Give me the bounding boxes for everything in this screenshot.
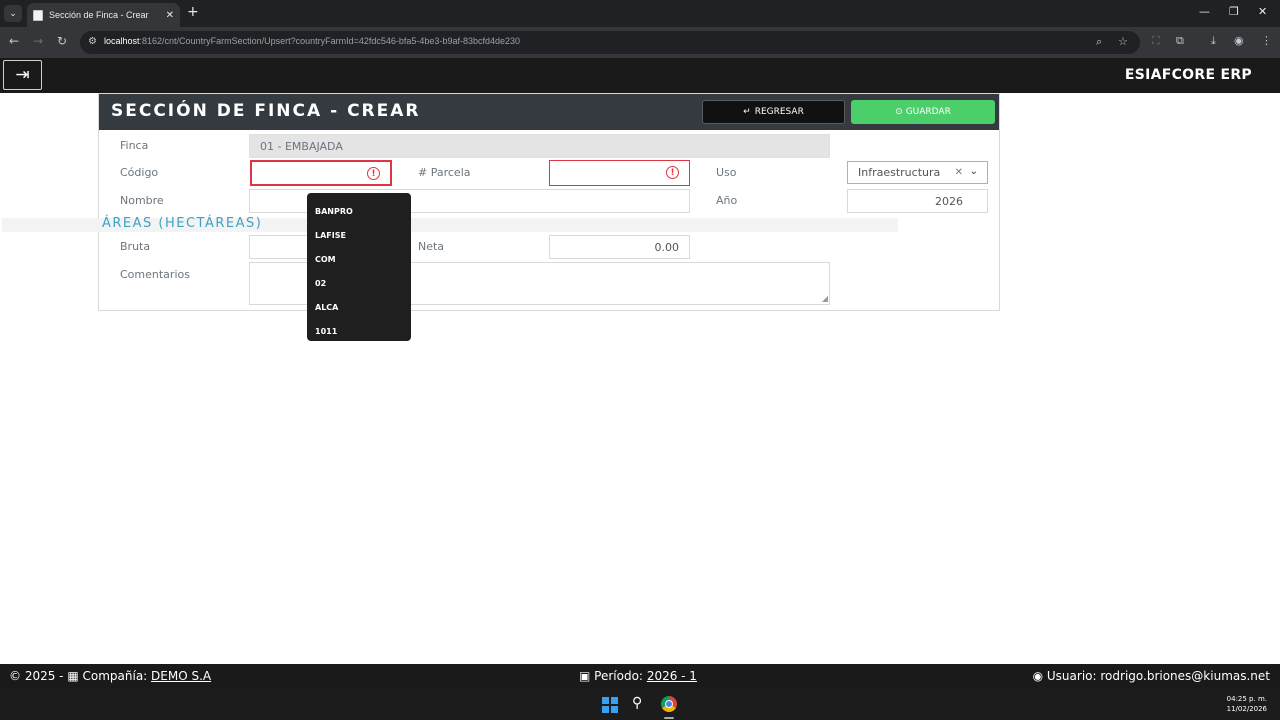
uso-select[interactable]: Infraestructura ✕ ⌄ xyxy=(847,161,988,184)
save-button[interactable]: ⊙ GUARDAR xyxy=(851,100,995,124)
anio-value: 2026 xyxy=(935,194,963,208)
footer-period: ▣ Período: 2026 - 1 xyxy=(579,669,697,683)
browser-tab-active[interactable]: Sección de Finca - Crear ✕ xyxy=(27,3,180,27)
neta-input[interactable]: 0.00 xyxy=(549,235,690,259)
app-footer: © 2025 - ▦ Compañía: DEMO S.A ▣ Período:… xyxy=(0,664,1280,688)
sidebar-toggle-arrow-icon[interactable]: ⇥ xyxy=(3,60,42,90)
chevron-down-icon[interactable]: ⌄ xyxy=(970,166,978,177)
autocomplete-item[interactable]: COM xyxy=(307,247,411,271)
page-title: SECCIÓN DE FINCA - CREAR xyxy=(111,101,421,121)
site-info-icon[interactable]: ⚙ xyxy=(88,36,97,47)
uso-label: Uso xyxy=(716,166,737,179)
autocomplete-item[interactable]: 1011 xyxy=(307,319,411,343)
autocomplete-item[interactable]: 02 xyxy=(307,271,411,295)
download-icon[interactable]: ⤓ xyxy=(1211,34,1216,48)
system-clock[interactable]: 04:25 p. m. 11/02/2026 xyxy=(1227,694,1267,714)
window-close-icon[interactable]: ✕ xyxy=(1258,5,1267,18)
user-label: Usuario: xyxy=(1046,669,1097,683)
zoom-icon[interactable]: ⌕ xyxy=(1096,35,1102,49)
company-label: Compañía: xyxy=(82,669,148,683)
profile-icon[interactable]: ◉ xyxy=(1234,34,1244,47)
restore-icon[interactable]: ❐ xyxy=(1229,5,1239,18)
active-app-indicator xyxy=(664,717,674,719)
back-arrow-icon[interactable]: ← xyxy=(9,34,19,48)
back-button-label: REGRESAR xyxy=(754,107,804,117)
clear-selection-icon[interactable]: ✕ xyxy=(955,167,963,178)
cast-icon[interactable]: ⛶ xyxy=(1152,34,1160,48)
tab-list-chevron-icon[interactable]: ⌄ xyxy=(4,5,22,22)
app-header: ⇥ ESIAFCORE ERP xyxy=(0,58,1280,93)
chrome-app-icon[interactable] xyxy=(661,696,677,712)
minimize-icon[interactable]: — xyxy=(1199,5,1210,18)
clock-date: 11/02/2026 xyxy=(1226,705,1267,713)
parcela-label: # Parcela xyxy=(418,166,471,179)
save-button-label: GUARDAR xyxy=(905,107,951,117)
bookmark-star-icon[interactable]: ☆ xyxy=(1118,35,1128,48)
address-bar[interactable]: ⚙ localhost:8162/cnt/CountryFarmSection/… xyxy=(80,31,1140,54)
new-tab-plus-icon[interactable]: + xyxy=(187,4,199,20)
back-button[interactable]: ↵ REGRESAR xyxy=(702,100,845,124)
parcela-error-icon: ! xyxy=(666,166,679,179)
user-circle-icon: ◉ xyxy=(1032,669,1044,683)
extensions-icon[interactable]: ⧉ xyxy=(1176,34,1184,48)
save-icon: ⊙ xyxy=(895,107,903,117)
user-email: rodrigo.briones@kiumas.net xyxy=(1100,669,1270,683)
period-label: Período: xyxy=(594,669,643,683)
autocomplete-item[interactable]: BANPRO xyxy=(307,199,411,223)
page-favicon-icon xyxy=(33,9,43,21)
browser-tab-bar: ⌄ Sección de Finca - Crear ✕ + — ❐ ✕ xyxy=(0,0,1280,27)
codigo-error-icon: ! xyxy=(367,167,380,180)
calendar-icon: ▣ xyxy=(579,669,591,683)
comentarios-label: Comentarios xyxy=(120,268,190,281)
neta-value: 0.00 xyxy=(654,240,680,254)
browser-toolbar: ← → ↻ ⚙ localhost:8162/cnt/CountryFarmSe… xyxy=(0,27,1280,58)
brand-name: ESIAFCORE ERP xyxy=(1124,67,1252,83)
tab-close-icon[interactable]: ✕ xyxy=(166,10,174,21)
footer-company: © 2025 - ▦ Compañía: DEMO S.A xyxy=(9,669,211,683)
copyright-text: © 2025 - xyxy=(9,669,64,683)
windows-start-icon[interactable] xyxy=(602,697,618,713)
areas-section-title: ÁREAS (HECTÁREAS) xyxy=(102,216,263,231)
autocomplete-item[interactable]: LAFISE xyxy=(307,223,411,247)
browser-menu-icon[interactable]: ⋮ xyxy=(1261,34,1272,47)
taskbar-search-icon[interactable]: ⚲ xyxy=(632,695,642,711)
parcela-input[interactable]: ! xyxy=(549,160,690,186)
finca-field: 01 - EMBAJADA xyxy=(249,134,830,158)
autocomplete-item[interactable]: ALCA xyxy=(307,295,411,319)
os-taskbar: ⚲ 04:25 p. m. 11/02/2026 xyxy=(0,688,1280,720)
resize-grip-icon[interactable]: ◢ xyxy=(822,294,828,303)
reload-icon[interactable]: ↻ xyxy=(57,34,67,48)
codigo-input[interactable]: ! xyxy=(250,160,392,186)
finca-value: 01 - EMBAJADA xyxy=(260,139,343,153)
uso-selected-value: Infraestructura xyxy=(858,166,941,179)
forward-arrow-icon[interactable]: → xyxy=(33,34,43,48)
anio-input[interactable]: 2026 xyxy=(847,189,988,213)
tab-title: Sección de Finca - Crear xyxy=(49,10,149,20)
neta-label: Neta xyxy=(418,240,445,253)
form-header: SECCIÓN DE FINCA - CREAR ↵ REGRESAR ⊙ GU… xyxy=(99,94,999,130)
footer-user: ◉ Usuario: rodrigo.briones@kiumas.net xyxy=(1033,669,1270,683)
clock-time: 04:25 p. m. xyxy=(1226,695,1267,703)
return-arrow-icon: ↵ xyxy=(743,107,751,117)
codigo-label: Código xyxy=(120,166,159,179)
building-icon: ▦ xyxy=(67,669,79,683)
nombre-label: Nombre xyxy=(120,194,164,207)
anio-label: Año xyxy=(716,194,738,207)
finca-label: Finca xyxy=(120,139,149,152)
autocomplete-dropdown: BANPRO LAFISE COM 02 ALCA 1011 xyxy=(307,193,411,341)
url-text: localhost:8162/cnt/CountryFarmSection/Up… xyxy=(104,36,521,46)
period-link[interactable]: 2026 - 1 xyxy=(647,669,697,683)
company-link[interactable]: DEMO S.A xyxy=(151,669,211,683)
bruta-label: Bruta xyxy=(120,240,151,253)
